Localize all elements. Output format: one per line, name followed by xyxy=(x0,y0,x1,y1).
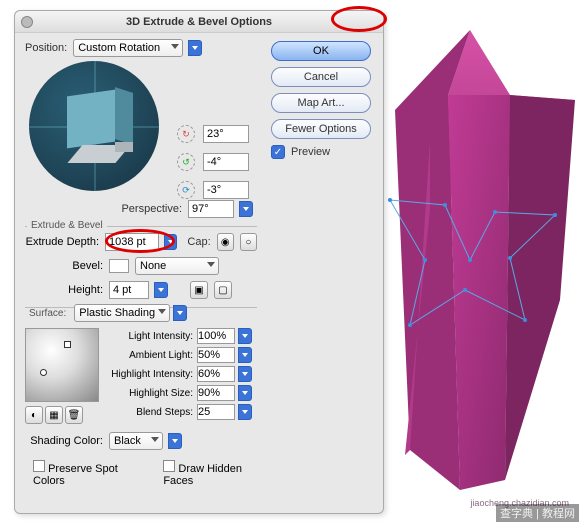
light-new-button[interactable]: ▦ xyxy=(45,406,63,424)
watermark: 查字典 | 教程网 xyxy=(496,504,579,522)
ambient-input[interactable] xyxy=(197,347,235,363)
perspective-stepper[interactable] xyxy=(239,201,253,217)
bevel-dropdown[interactable]: None xyxy=(135,257,219,275)
amb-step[interactable] xyxy=(238,347,252,363)
highlight-size-input[interactable] xyxy=(197,385,235,401)
surface-label: Surface: xyxy=(25,308,70,319)
highlight-int-input[interactable] xyxy=(197,366,235,382)
light-point-2[interactable] xyxy=(40,369,47,376)
hs-step[interactable] xyxy=(238,385,252,401)
blend-steps-label: Blend Steps: xyxy=(107,407,193,418)
light-back-button[interactable]: ◐ xyxy=(25,406,43,424)
dialog-3d-extrude: 3D Extrude & Bevel Options Position: Cus… xyxy=(14,10,384,514)
sc-step[interactable] xyxy=(168,433,182,449)
height-label: Height: xyxy=(25,284,103,296)
surface-stepper[interactable] xyxy=(173,305,187,321)
surface-dropdown[interactable]: Plastic Shading xyxy=(74,304,170,322)
rotation-preview[interactable] xyxy=(29,61,164,196)
perspective-label: Perspective: xyxy=(121,203,182,215)
extrude-section-label: Extrude & Bevel xyxy=(27,220,107,231)
depth-label: Extrude Depth: xyxy=(25,236,99,248)
rotate-y-icon: ↺ xyxy=(177,153,195,171)
dropdown-arrow-icon[interactable] xyxy=(188,40,202,56)
angle-y-input[interactable] xyxy=(203,153,249,171)
highlight-int-label: Highlight Intensity: xyxy=(107,369,193,380)
bevel-in-button[interactable]: ▣ xyxy=(190,281,208,299)
light-delete-button[interactable]: 🗑 xyxy=(65,406,83,424)
angle-x-input[interactable] xyxy=(203,125,249,143)
bs-step[interactable] xyxy=(238,404,252,420)
bevel-out-button[interactable]: ▢ xyxy=(214,281,232,299)
cap-off-button[interactable]: ○ xyxy=(240,233,257,251)
rotate-z-icon: ⟳ xyxy=(177,181,195,199)
height-stepper[interactable] xyxy=(154,282,168,298)
light-preview[interactable] xyxy=(25,328,99,402)
preview-checkbox[interactable]: ✓ Preview xyxy=(271,145,369,159)
dialog-title: 3D Extrude & Bevel Options xyxy=(15,11,383,33)
cap-on-button[interactable]: ◉ xyxy=(217,233,234,251)
depth-input[interactable] xyxy=(105,233,159,251)
hi-step[interactable] xyxy=(238,366,252,382)
bevel-label: Bevel: xyxy=(25,260,103,272)
preserve-spot-checkbox[interactable]: Preserve Spot Colors xyxy=(33,460,133,487)
check-icon: ✓ xyxy=(271,145,285,159)
position-dropdown[interactable]: Custom Rotation xyxy=(73,39,183,57)
position-label: Position: xyxy=(25,42,67,54)
light-intensity-label: Light Intensity: xyxy=(107,331,193,342)
li-step[interactable] xyxy=(238,328,252,344)
angle-z-input[interactable] xyxy=(203,181,249,199)
close-icon[interactable] xyxy=(21,16,33,28)
light-intensity-input[interactable] xyxy=(197,328,235,344)
perspective-input[interactable] xyxy=(188,200,234,218)
cap-label: Cap: xyxy=(187,236,210,248)
bevel-preview xyxy=(109,259,129,273)
rotate-x-icon: ↻ xyxy=(177,125,195,143)
preview-label: Preview xyxy=(291,146,330,158)
cancel-button[interactable]: Cancel xyxy=(271,67,371,87)
light-point-1[interactable] xyxy=(64,341,71,348)
ambient-label: Ambient Light: xyxy=(107,350,193,361)
height-input[interactable] xyxy=(109,281,149,299)
depth-stepper[interactable] xyxy=(164,234,177,250)
draw-hidden-checkbox[interactable]: Draw Hidden Faces xyxy=(163,460,257,487)
highlight-size-label: Highlight Size: xyxy=(107,388,193,399)
fewer-options-button[interactable]: Fewer Options xyxy=(271,119,371,139)
blend-steps-input[interactable] xyxy=(197,404,235,420)
shading-color-dropdown[interactable]: Black xyxy=(109,432,163,450)
map-art-button[interactable]: Map Art... xyxy=(271,93,371,113)
shading-color-label: Shading Color: xyxy=(25,435,103,447)
ok-button[interactable]: OK xyxy=(271,41,371,61)
